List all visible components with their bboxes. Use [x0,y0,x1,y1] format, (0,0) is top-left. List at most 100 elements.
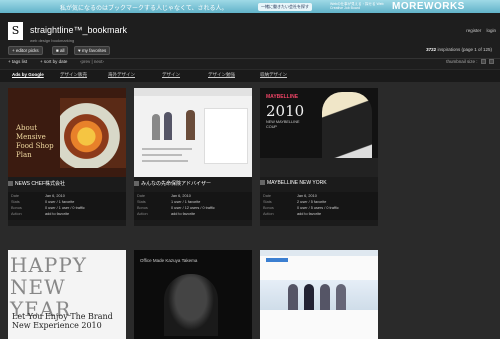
site-logo[interactable]: S [8,22,23,40]
add-to-favorite-link[interactable]: add to favorite [297,212,321,216]
my-favorites-button[interactable]: ♥ my favorites [74,46,111,55]
site-icon [8,181,13,187]
meta-value: 1 user / 1 favorite [171,200,201,204]
meta-value: 2 user / 5 favorite [297,200,327,204]
tags-list-link[interactable]: + tags list [8,59,27,64]
card-title-text: みんなの先命保険アドバイザー [141,181,212,187]
site-thumbnail[interactable]: MAYBELLINE 2010 NEW MAYBELLINE COUP [260,88,378,177]
bookmark-card [260,250,378,339]
sort-by-date-link[interactable]: + sort by date [40,59,67,64]
card-title[interactable]: NEWS CHEF株式会社 [8,180,65,187]
ad-banner[interactable]: 私が気になるのはブックマークする人じゃなくて、される人。 一緒に働きたい会社を探… [0,0,500,13]
category-item[interactable]: デザイン [162,72,180,78]
content-panel [204,108,248,164]
inspiration-count: 3722 inspirations (page 1 of 125) [426,47,492,52]
ad-banner-text: 私が気になるのはブックマークする人じゃなくて、される人。 [60,6,228,12]
thumbnail-year: 2010 [266,102,305,120]
bookmark-card: みんなの先命保険アドバイザー Date Jan 6, 2010 Stats 1 us… [134,88,252,226]
person-figure [304,284,314,310]
person-figure [152,114,160,140]
my-favorites-label: my favorites [81,48,107,53]
bookmark-card: MAYBELLINE 2010 NEW MAYBELLINE COUP MAYB… [260,88,378,226]
meta-row: Action add to favorite [263,212,378,218]
bookmark-card: Office Made Kazuya Takema [134,250,252,339]
site-title[interactable]: straightline™_bookmark [30,25,127,35]
meta-key: Bonus [263,206,274,210]
thumbnail-headline: HAPPY NEW YEAR [10,253,88,321]
thumb-header [260,250,378,256]
editor-picks-button[interactable]: + editor picks [8,46,43,55]
card-meta: Date Jan 6, 2010 Stats 1 user / 1 favorite… [134,192,252,220]
pagination[interactable]: ‹prev | next› [80,59,104,64]
meta-value: 0 user / 1 favorite [45,200,75,204]
site-thumbnail[interactable] [260,250,378,339]
card-title[interactable]: みんなの先命保険アドバイザー [134,180,211,187]
add-to-favorite-link[interactable]: add to favorite [171,212,195,216]
card-title[interactable]: MAYBELLINE NEW YORK [260,180,327,186]
thumb-large-icon[interactable] [489,59,494,65]
site-icon [260,180,265,186]
meta-key: Action [263,212,274,216]
add-to-favorite-link[interactable]: add to favorite [45,212,69,216]
thumbnail-size-label: thumbnail size : [446,59,478,64]
person-figure [336,284,346,310]
meta-value: Jan 6, 2010 [171,194,191,198]
site-header: S straightline™_bookmark web design book… [0,13,500,44]
person-figure [186,110,195,140]
site-thumbnail[interactable]: About Mensive Food Shop Plan [8,88,126,177]
meta-value: 0 user / 12 users / 0 traffic [171,206,215,210]
category-ads-by-google[interactable]: Ads by Google [12,72,44,77]
bookmark-card: About Mensive Food Shop Plan NEWS CHEF株式… [8,88,126,226]
meta-value: 0 user / 1 user / 0 traffic [45,206,85,210]
meta-value: 0 user / 5 users / 0 traffic [297,206,339,210]
meta-value: Jan 6, 2010 [297,194,317,198]
card-title-text: NEWS CHEF株式会社 [15,181,66,187]
product-strip [260,158,378,177]
meta-key: Date [137,194,146,198]
bookmark-card: HAPPY NEW YEAR Let You Enjoy The Brand N… [8,250,126,339]
meta-row: Action add to favorite [11,212,126,218]
text-line [142,154,182,156]
thumb-small-icon[interactable] [480,59,486,65]
thumbnail-brand: MAYBELLINE [266,94,299,100]
ad-banner-tagline: Webの仕事が見える・探せる Web Creative Job Board [330,2,384,10]
auth-links: register login [462,28,496,33]
category-item[interactable]: 収納デザイン [260,72,287,78]
site-thumbnail[interactable]: Office Made Kazuya Takema [134,250,252,339]
card-title-text: MAYBELLINE NEW YORK [267,180,327,186]
count-text: inspirations (page 1 of 125) [437,47,492,52]
all-button[interactable]: ■ all [52,46,69,55]
register-link[interactable]: register [466,28,481,33]
person-figure [320,284,330,310]
meta-key: Action [137,212,148,216]
card-meta: Date Jan 6, 2010 Stats 2 user / 5 favorite… [260,192,378,220]
category-item[interactable]: デザイン販売 [60,72,87,78]
category-item[interactable]: 海外デザイン [108,72,135,78]
meta-key: Stats [137,200,146,204]
text-line [142,160,188,162]
hero-banner [260,280,378,310]
site-subtitle: web design bookmarking [30,38,75,43]
meta-key: Bonus [137,206,148,210]
ad-banner-brand[interactable]: MOREWORKS [392,1,465,12]
site-logo-mark [266,258,288,262]
meta-key: Action [11,212,22,216]
person-figure [288,284,298,310]
card-meta: Date Jan 6, 2010 Stats 0 user / 1 favorite… [8,192,126,220]
meta-row: Action add to favorite [137,212,252,218]
count-number: 3722 [426,47,437,52]
meta-key: Stats [263,200,272,204]
site-thumbnail[interactable]: HAPPY NEW YEAR Let You Enjoy The Brand N… [8,250,126,339]
thumbnail-text: About Mensive Food Shop Plan [16,124,54,159]
person-figure [164,112,172,140]
site-thumbnail[interactable] [134,88,252,177]
food-image [60,98,126,168]
category-item[interactable]: デザイン勉強 [208,72,235,78]
text-line [142,148,192,150]
meta-value: Jan 6, 2010 [45,194,65,198]
meta-key: Date [11,194,20,198]
ad-banner-button[interactable]: 一緒に働きたい会社を探す [258,3,312,11]
login-link[interactable]: login [486,28,496,33]
meta-key: Stats [11,200,20,204]
thumbnail-subtext: Let You Enjoy The Brand New Experience 2… [12,312,113,330]
